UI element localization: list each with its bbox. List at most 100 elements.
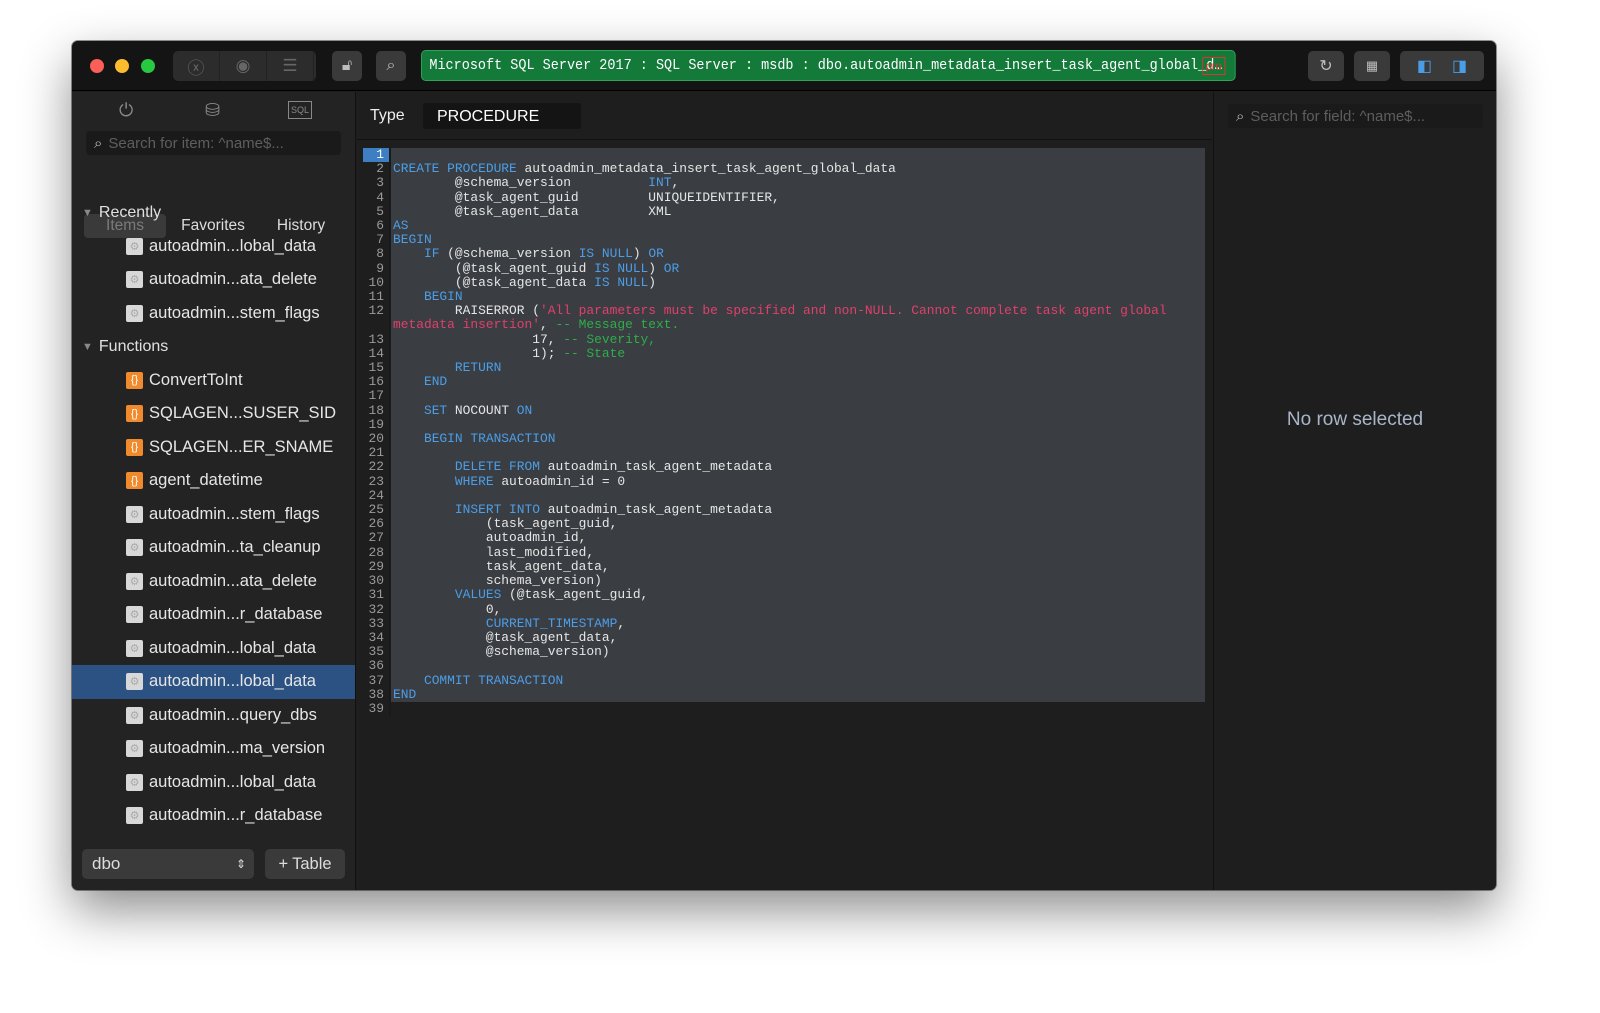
line-number: 25 bbox=[363, 502, 391, 518]
list-item[interactable]: ⚙ autoadmin...lobal_data bbox=[72, 230, 355, 264]
code-token: BEGIN TRANSACTION bbox=[423, 431, 556, 447]
item-label: autoadmin...stem_flags bbox=[149, 303, 320, 322]
item-label: SQLAGEN...ER_SNAME bbox=[149, 437, 334, 456]
list-item[interactable]: {} ConvertToInt bbox=[72, 364, 355, 398]
list-item[interactable]: {} SQLAGEN...SUSER_SID bbox=[72, 397, 355, 431]
toggle-left-panel-icon[interactable]: ◧ bbox=[1407, 56, 1442, 76]
empty-state-message: No row selected bbox=[1286, 409, 1424, 430]
line-number: 34 bbox=[363, 630, 391, 646]
code-text: @schema_version INT, bbox=[391, 175, 1205, 191]
code-token: INT bbox=[648, 175, 672, 191]
code-token: RETURN bbox=[454, 360, 502, 376]
refresh-button[interactable]: ↻ bbox=[1308, 51, 1344, 81]
stop-icon[interactable]: ⓧ bbox=[173, 51, 220, 81]
list-item[interactable]: ⚙ autoadmin...ata_delete bbox=[72, 565, 355, 599]
lock-button[interactable]: 🔓︎ bbox=[332, 51, 362, 81]
line-number: 14 bbox=[363, 346, 391, 362]
list-item[interactable]: ⚙ autoadmin...r_database bbox=[72, 799, 355, 833]
list-item[interactable]: ⚙ autoadmin...ma_version bbox=[72, 732, 355, 766]
code-token: ) bbox=[632, 246, 649, 262]
code-text: schema_version) bbox=[391, 573, 1205, 589]
item-label: autoadmin...lobal_data bbox=[149, 772, 316, 791]
code-line: 38 END bbox=[363, 687, 1205, 702]
code-text: VALUES (@task_agent_guid, bbox=[391, 587, 1205, 603]
disclosure-triangle-icon[interactable]: ▼ bbox=[82, 207, 93, 219]
add-table-button[interactable]: + Table bbox=[265, 849, 345, 879]
code-token: DELETE FROM bbox=[454, 459, 540, 475]
list-item[interactable]: ⚙ autoadmin...lobal_data bbox=[72, 632, 355, 666]
code-token: -- Message text. bbox=[555, 317, 680, 333]
sql-query-icon[interactable]: SQL bbox=[288, 101, 313, 119]
code-line: 3 @schema_version INT, bbox=[363, 175, 1205, 191]
list-item[interactable]: ⚙ autoadmin...lobal_data bbox=[72, 766, 355, 800]
line-number: 11 bbox=[363, 289, 391, 305]
line-number: 4 bbox=[363, 190, 391, 205]
code-token: autoadmin_metadata_insert_task_agent_glo… bbox=[516, 161, 896, 177]
line-number: 13 bbox=[363, 332, 391, 347]
code-text: last_modified, bbox=[391, 545, 1205, 560]
grid-button[interactable]: ▦ bbox=[1354, 51, 1390, 81]
function-icon: {} bbox=[126, 438, 143, 456]
code-line: 14 1); -- State bbox=[363, 346, 1205, 362]
schema-value: dbo bbox=[92, 854, 121, 873]
app-window: ⓧ ◉ ☰ 🔓︎ ⌕ Microsoft SQL Server 2017 : S… bbox=[72, 41, 1496, 890]
code-line: 35 @schema_version) bbox=[363, 644, 1205, 660]
item-label: SQLAGEN...SUSER_SID bbox=[149, 404, 337, 423]
section-header[interactable]: ▼ Functions bbox=[72, 330, 355, 364]
code-text: 0, bbox=[391, 602, 1205, 617]
code-line: 29 task_agent_data, bbox=[363, 559, 1205, 575]
code-text: @schema_version) bbox=[391, 645, 1205, 660]
editor-panel: Type PROCEDURE 1 2 CREATE PROCEDURE autoa… bbox=[357, 92, 1212, 890]
code-line: 16 END bbox=[363, 375, 1205, 390]
list-item[interactable]: ⚙ autoadmin...lobal_data bbox=[72, 665, 355, 699]
list-item[interactable]: ⚙ autoadmin...stem_flags bbox=[72, 297, 355, 331]
database-icon[interactable]: ⛁ bbox=[205, 100, 220, 121]
line-number: 32 bbox=[363, 602, 391, 617]
plus-icon: + bbox=[278, 854, 289, 873]
code-text: RETURN bbox=[391, 360, 1205, 376]
minimize-window-button[interactable] bbox=[115, 59, 129, 73]
disclosure-triangle-icon[interactable]: ▼ bbox=[82, 341, 93, 353]
code-token: BEGIN bbox=[423, 289, 463, 305]
export-icon[interactable]: ☰ bbox=[267, 51, 314, 81]
code-token: autoadmin_task_agent_metadata bbox=[539, 459, 773, 475]
procedure-icon: ⚙ bbox=[126, 237, 143, 255]
code-line: 37 COMMIT TRANSACTION bbox=[363, 673, 1205, 688]
close-window-button[interactable] bbox=[90, 59, 104, 73]
field-search-input[interactable]: ⌕ Search for field: ^name$... bbox=[1228, 104, 1483, 128]
code-token: , bbox=[539, 317, 556, 333]
code-line: 4 @task_agent_guid UNIQUEIDENTIFIER, bbox=[363, 190, 1205, 205]
schema-select[interactable]: dbo ⇕ bbox=[82, 849, 254, 879]
type-label: Type bbox=[370, 107, 405, 124]
connection-plug-icon[interactable]: ⏻ bbox=[119, 100, 133, 121]
code-token: AS bbox=[393, 218, 409, 234]
code-token: schema_version) bbox=[393, 573, 602, 589]
toggle-right-panel-icon[interactable]: ◨ bbox=[1442, 56, 1477, 76]
list-item[interactable]: ⚙ autoadmin...r_database bbox=[72, 598, 355, 632]
search-button[interactable]: ⌕ bbox=[376, 51, 406, 81]
item-label: agent_datetime bbox=[149, 471, 263, 490]
connection-info-bar[interactable]: Microsoft SQL Server 2017 : SQL Server :… bbox=[421, 50, 1236, 81]
list-item[interactable]: ⚙ autoadmin...stem_flags bbox=[72, 498, 355, 532]
item-label: autoadmin...ma_version bbox=[149, 739, 326, 758]
list-item[interactable]: {} SQLAGEN...ER_SNAME bbox=[72, 431, 355, 465]
code-line: 11 BEGIN bbox=[363, 289, 1205, 305]
section-header[interactable]: ▼ Recently bbox=[72, 196, 355, 230]
grid-icon: ▦ bbox=[1365, 58, 1379, 73]
code-token: VALUES bbox=[454, 587, 502, 603]
code-line: 10 (@task_agent_data IS NULL) bbox=[363, 275, 1205, 291]
list-item[interactable]: ⚙ autoadmin...query_dbs bbox=[72, 699, 355, 733]
search-icon: ⌕ bbox=[94, 134, 103, 152]
item-search-input[interactable]: ⌕ Search for item: ^name$... bbox=[86, 131, 341, 155]
section-label: Recently bbox=[98, 203, 162, 221]
code-editor[interactable]: 1 2 CREATE PROCEDURE autoadmin_metadata_i… bbox=[363, 147, 1205, 717]
item-label: autoadmin...ta_cleanup bbox=[149, 538, 321, 557]
list-item[interactable]: {} agent_datetime bbox=[72, 464, 355, 498]
preview-eye-icon[interactable]: ◉ bbox=[220, 51, 267, 81]
list-item[interactable]: ⚙ autoadmin...ta_cleanup bbox=[72, 531, 355, 565]
list-item[interactable]: ⚙ autoadmin...ata_delete bbox=[72, 263, 355, 297]
zoom-window-button[interactable] bbox=[141, 59, 155, 73]
line-number: 29 bbox=[363, 559, 391, 575]
code-token: , bbox=[671, 175, 680, 191]
